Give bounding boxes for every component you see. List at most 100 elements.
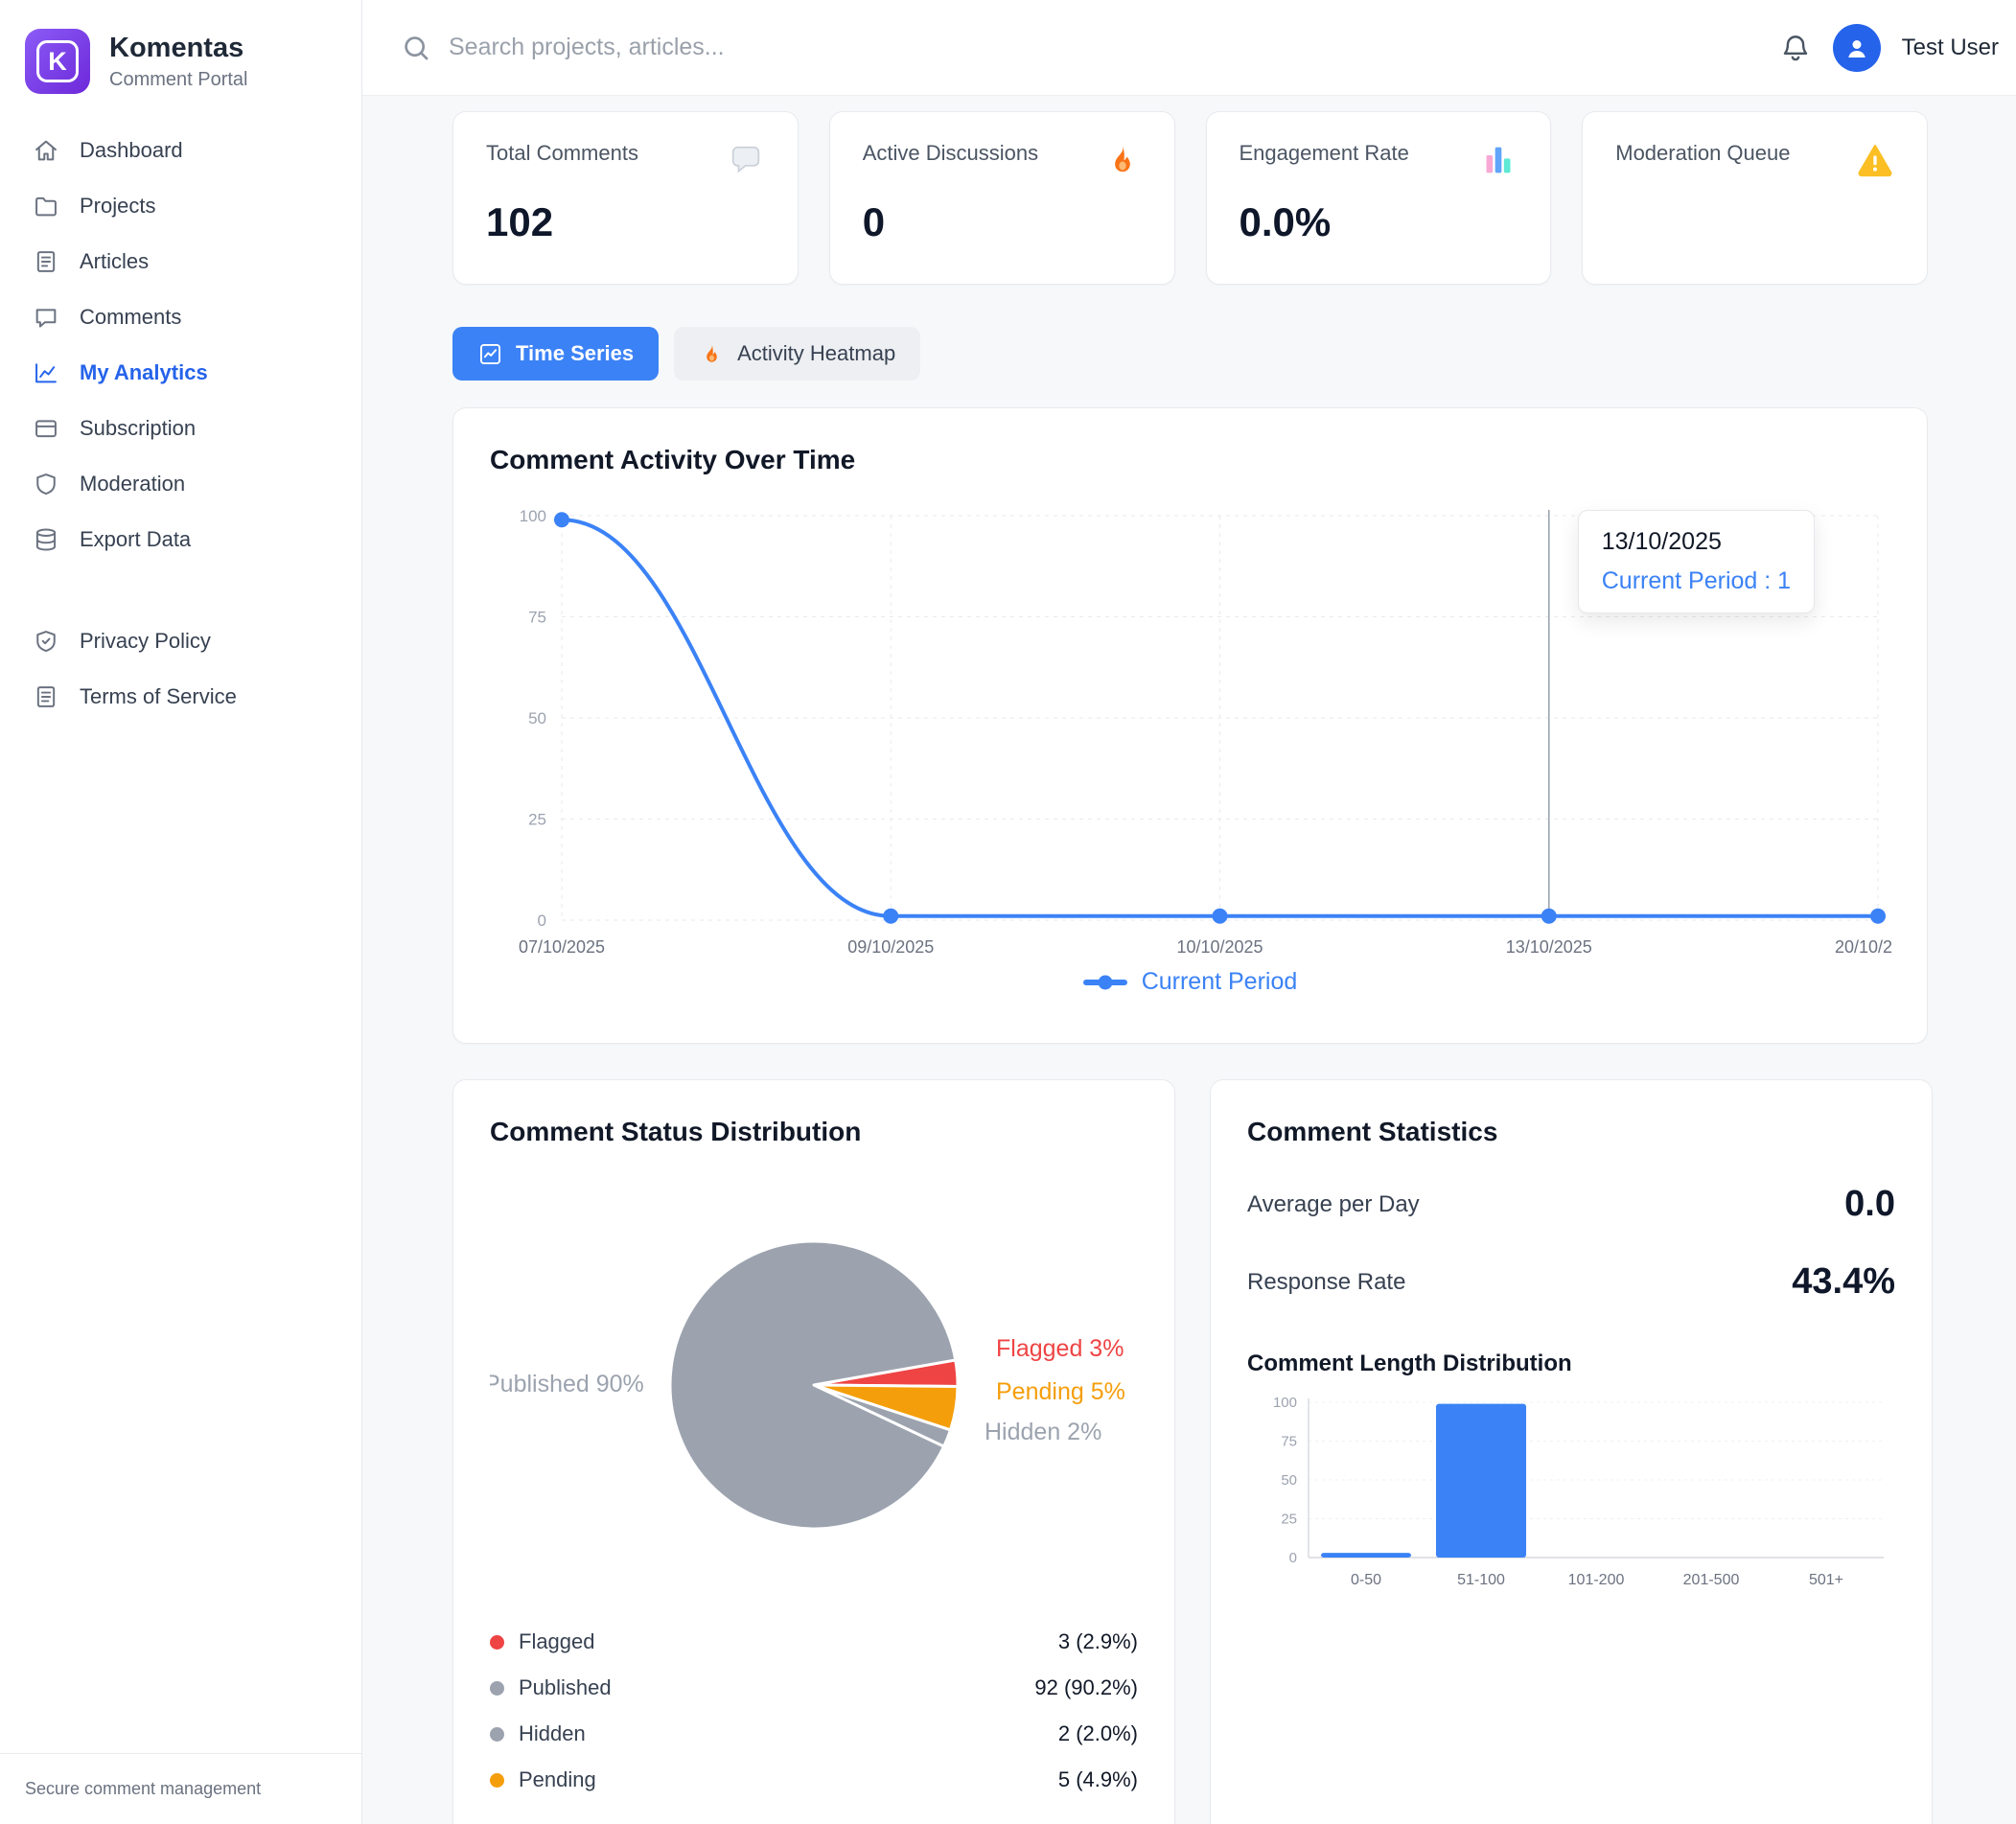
pie-legend-row-flagged: Flagged3 (2.9%) — [490, 1619, 1138, 1665]
sidebar-item-comments[interactable]: Comments — [15, 289, 346, 345]
sidebar-item-terms-of-service[interactable]: Terms of Service — [15, 669, 346, 725]
sidebar-item-dashboard[interactable]: Dashboard — [15, 123, 346, 178]
pie-legend-row-hidden: Hidden 2 (2.0%) — [490, 1711, 1138, 1757]
legend-label: Published — [519, 1675, 612, 1700]
legend-label: Hidden — [519, 1721, 586, 1746]
pie-legend: Flagged3 (2.9%) Published 92 (90.2%) Hidden… — [490, 1619, 1138, 1803]
sidebar-item-label: Comments — [80, 305, 181, 330]
bar-chart-area: 02550751000-5051-100101-200201-500501+ — [1247, 1393, 1895, 1623]
shield-check-icon — [33, 628, 59, 655]
svg-text:13/10/2025: 13/10/2025 — [1506, 937, 1592, 957]
svg-text:0-50: 0-50 — [1351, 1572, 1381, 1588]
notifications-bell-icon[interactable] — [1779, 32, 1812, 64]
sidebar-item-projects[interactable]: Projects — [15, 178, 346, 234]
comment-statistics-card: Comment Statistics Average per Day0.0 Res… — [1210, 1079, 1933, 1824]
bar-0-50[interactable] — [1321, 1553, 1411, 1558]
tab-time-series[interactable]: Time Series — [452, 327, 659, 381]
pie-callout-pending: Pending 5% — [996, 1378, 1125, 1405]
legend-line-dot-icon — [1083, 980, 1127, 985]
home-icon — [33, 137, 59, 164]
stat-card-label: Moderation Queue — [1615, 141, 1790, 166]
chart-legend-current-period[interactable]: Current Period — [490, 968, 1890, 996]
pie-callout-published: Published 90% — [490, 1371, 644, 1397]
sidebar-item-label: Export Data — [80, 527, 191, 552]
svg-text:100: 100 — [1273, 1395, 1297, 1411]
content: Total Comments 102 Active Discussions 0 Enga… — [362, 96, 2016, 1824]
app-root: K Komentas Comment Portal Dashboard Proje… — [0, 0, 2016, 1824]
user-avatar[interactable] — [1833, 24, 1881, 72]
sidebar-item-label: Dashboard — [80, 138, 183, 163]
tab-activity-heatmap[interactable]: Activity Heatmap — [674, 327, 920, 381]
legend-dot-icon — [490, 1635, 504, 1650]
stat-cards: Total Comments 102 Active Discussions 0 Enga… — [452, 111, 1928, 285]
flame-icon — [1103, 141, 1142, 184]
database-icon — [33, 526, 59, 553]
search-icon — [401, 33, 431, 63]
tab-label: Activity Heatmap — [737, 341, 895, 366]
comment-statistics-title: Comment Statistics — [1247, 1117, 1895, 1147]
legend-label: Current Period — [1142, 968, 1298, 996]
legend-value: 5 (4.9%) — [1058, 1767, 1138, 1792]
stat-card-label: Total Comments — [486, 141, 638, 166]
flame-icon — [699, 341, 725, 367]
sidebar-item-privacy-policy[interactable]: Privacy Policy — [15, 613, 346, 669]
legend-value: 92 (90.2%) — [1034, 1675, 1138, 1700]
sidebar-item-export-data[interactable]: Export Data — [15, 512, 346, 567]
brand[interactable]: K Komentas Comment Portal — [0, 0, 361, 117]
bottom-row: Comment Status Distribution Flagged 3%Pe… — [452, 1079, 1928, 1824]
svg-text:0: 0 — [538, 912, 546, 930]
credit-card-icon — [33, 415, 59, 442]
comment-icon — [33, 304, 59, 331]
sidebar-item-articles[interactable]: Articles — [15, 234, 346, 289]
sidebar-item-label: Privacy Policy — [80, 629, 211, 654]
view-tabs: Time Series Activity Heatmap — [452, 327, 1928, 381]
stat-card-top: Engagement Rate — [1240, 141, 1518, 184]
stat-card-top: Total Comments — [486, 141, 765, 184]
legend-dot-icon — [490, 1681, 504, 1696]
sidebar-item-moderation[interactable]: Moderation — [15, 456, 346, 512]
brand-subtitle: Comment Portal — [109, 69, 248, 91]
stat-card-value: 102 — [486, 199, 765, 245]
warning-icon — [1856, 141, 1894, 184]
svg-text:07/10/2025: 07/10/2025 — [519, 937, 605, 957]
sidebar-nav-secondary: Privacy Policy Terms of Service — [0, 608, 361, 725]
sidebar-item-label: Articles — [80, 249, 149, 274]
search-input[interactable] — [449, 34, 1762, 61]
stat-card-label: Active Discussions — [863, 141, 1038, 166]
svg-text:101-200: 101-200 — [1568, 1572, 1625, 1588]
stat-card-value: 0.0% — [1240, 199, 1518, 245]
svg-text:201-500: 201-500 — [1683, 1572, 1740, 1588]
svg-text:100: 100 — [520, 507, 546, 525]
svg-text:51-100: 51-100 — [1457, 1572, 1505, 1588]
brand-logo-icon: K — [25, 29, 90, 94]
svg-text:75: 75 — [528, 609, 546, 627]
pie-chart-svg: Flagged 3% Pending 5% Hidden 2% Published 9… — [490, 1155, 1138, 1605]
bar-chart-icon — [1479, 141, 1518, 184]
statistic-average-per-day: Average per Day0.0 — [1247, 1184, 1895, 1225]
stat-card-engagement-rate: Engagement Rate 0.0% — [1206, 111, 1552, 285]
bar-51-100[interactable] — [1436, 1404, 1526, 1558]
pie-callout-flagged: Flagged 3% — [996, 1335, 1124, 1362]
sidebar-footer-note: Secure comment management — [0, 1753, 361, 1824]
brand-logo-letter: K — [48, 47, 67, 77]
stat-card-top: Active Discussions — [863, 141, 1142, 184]
statistic-label: Average per Day — [1247, 1191, 1420, 1218]
analytics-icon — [33, 359, 59, 386]
legend-value: 2 (2.0%) — [1058, 1721, 1138, 1746]
stat-card-active-discussions: Active Discussions 0 — [829, 111, 1175, 285]
sidebar-item-subscription[interactable]: Subscription — [15, 401, 346, 456]
sidebar-item-my-analytics[interactable]: My Analytics — [15, 345, 346, 401]
stat-card-moderation-queue: Moderation Queue — [1582, 111, 1928, 285]
legend-label: Pending — [519, 1767, 596, 1792]
length-distribution-title: Comment Length Distribution — [1247, 1351, 1895, 1377]
sidebar-item-label: Moderation — [80, 472, 185, 496]
statistic-label: Response Rate — [1247, 1269, 1405, 1296]
top-bar: Test User — [362, 0, 2016, 96]
header-right: Test User — [1779, 24, 1999, 72]
stat-card-value: 0 — [863, 199, 1142, 245]
legend-dot-icon — [490, 1773, 504, 1788]
pie-callout-hidden: Hidden 2% — [985, 1419, 1101, 1445]
bar-chart-svg: 02550751000-5051-100101-200201-500501+ — [1247, 1393, 1895, 1618]
svg-text:25: 25 — [1281, 1512, 1297, 1528]
pie-chart-area: Flagged 3% Pending 5% Hidden 2% Published 9… — [490, 1155, 1138, 1605]
